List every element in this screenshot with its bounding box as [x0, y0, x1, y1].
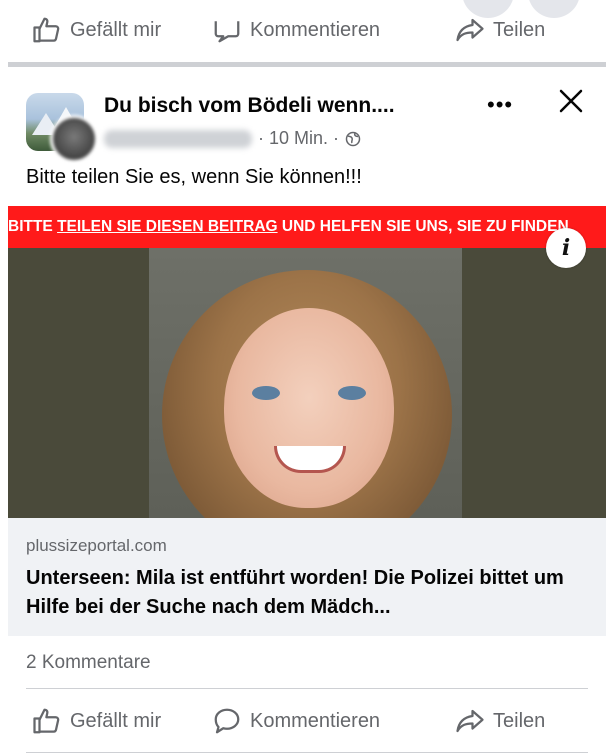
comments-count[interactable]: 2 Kommentare: [26, 652, 151, 674]
comment-icon: [214, 708, 240, 734]
banner-underlined: TEILEN SIE DIESEN BEITRAG: [57, 218, 278, 235]
comment-label: Kommentieren: [250, 709, 381, 732]
bottom-action-bar: Gefällt mir Kommentieren Teilen: [0, 693, 613, 749]
share-label: Teilen: [493, 709, 546, 732]
link-preview[interactable]: plussizeportal.com Unterseen: Mila ist e…: [8, 518, 606, 636]
share-label: Teilen: [493, 18, 546, 41]
group-name[interactable]: Du bisch vom Bödeli wenn....: [104, 94, 395, 118]
author-avatar[interactable]: [50, 115, 98, 163]
image-banner: BITTE TEILEN SIE DIESEN BEITRAG UND HELF…: [8, 206, 606, 248]
share-icon: [456, 18, 484, 42]
post-time[interactable]: · 10 Min. ·: [258, 128, 339, 149]
post-image[interactable]: [8, 248, 606, 518]
more-options-icon[interactable]: •••: [487, 92, 513, 118]
thumbs-up-icon: [33, 708, 60, 734]
eye-left: [252, 386, 280, 400]
like-label: Gefällt mir: [70, 18, 162, 41]
post-separator: [8, 62, 606, 67]
divider: [26, 688, 588, 689]
divider: [26, 752, 588, 753]
close-icon[interactable]: [556, 86, 586, 116]
like-button[interactable]: Gefällt mir: [32, 706, 161, 736]
share-button[interactable]: Teilen: [455, 15, 545, 45]
comment-button[interactable]: Kommentieren: [212, 15, 380, 45]
share-button[interactable]: Teilen: [455, 706, 545, 736]
banner-suffix: UND HELFEN SIE UNS, SIE ZU FINDEN: [277, 218, 569, 235]
author-name-blurred[interactable]: [104, 129, 252, 148]
eye-right: [338, 386, 366, 400]
link-title: Unterseen: Mila ist entführt worden! Die…: [26, 567, 564, 618]
child-face: [224, 308, 394, 508]
comment-label: Kommentieren: [250, 18, 381, 41]
share-icon: [456, 709, 484, 733]
globe-icon: [345, 131, 361, 146]
info-icon[interactable]: i: [546, 228, 586, 268]
like-label: Gefällt mir: [70, 709, 162, 732]
link-domain: plussizeportal.com: [26, 536, 167, 555]
thumbs-up-icon: [33, 17, 60, 43]
like-button[interactable]: Gefällt mir: [32, 15, 161, 45]
top-action-bar: Gefällt mir Kommentieren Teilen: [0, 2, 613, 58]
comment-icon: [214, 21, 240, 43]
post-text: Bitte teilen Sie es, wenn Sie können!!!: [26, 166, 362, 188]
banner-prefix: BITTE: [8, 218, 58, 235]
post-meta: · 10 Min. ·: [104, 128, 361, 149]
comment-button[interactable]: Kommentieren: [212, 706, 380, 736]
